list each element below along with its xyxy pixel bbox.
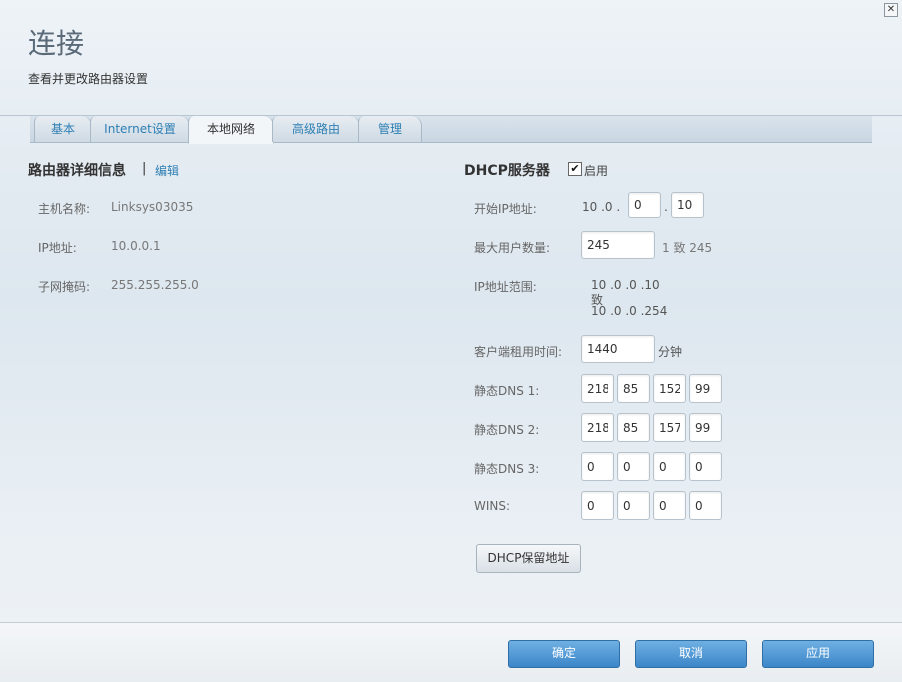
- dhcp-enable-checkbox[interactable]: ✔: [568, 162, 582, 176]
- static-dns-1-octet-1[interactable]: [581, 374, 614, 403]
- ip-range-start: 10 .0 .0 .10: [591, 278, 660, 292]
- lease-time-unit: 分钟: [658, 345, 683, 359]
- static-dns-3-octet-3[interactable]: [653, 452, 686, 481]
- ip-address-value: 10.0.0.1: [111, 239, 161, 253]
- ok-button[interactable]: 确定: [508, 640, 620, 668]
- tab-administration[interactable]: 管理: [358, 116, 422, 142]
- tab-local-network[interactable]: 本地网络: [188, 116, 274, 144]
- start-ip-label: 开始IP地址:: [474, 202, 537, 216]
- tab-advanced-routing[interactable]: 高级路由: [272, 116, 360, 142]
- tab-basic[interactable]: 基本: [34, 116, 92, 142]
- tab-internet-settings[interactable]: Internet设置: [90, 116, 190, 142]
- wins-octet-3[interactable]: [653, 491, 686, 520]
- max-users-label: 最大用户数量:: [474, 241, 551, 255]
- apply-button[interactable]: 应用: [762, 640, 874, 668]
- page-title: 连接: [28, 27, 85, 60]
- wins-label: WINS:: [474, 499, 511, 513]
- static-dns-1-octet-3[interactable]: [653, 374, 686, 403]
- static-dns-3-octet-4[interactable]: [689, 452, 722, 481]
- start-ip-dot: .: [664, 200, 668, 214]
- ip-range-label: IP地址范围:: [474, 280, 537, 294]
- dhcp-enable-label: 启用: [584, 164, 609, 178]
- static-dns-2-octet-2[interactable]: [617, 413, 650, 442]
- dhcp-server-heading: DHCP服务器: [464, 163, 550, 179]
- ip-range-end: 10 .0 .0 .254: [591, 304, 668, 318]
- start-ip-octet-4-input[interactable]: [671, 192, 704, 218]
- close-icon[interactable]: ✕: [884, 3, 898, 17]
- static-dns-2-octet-1[interactable]: [581, 413, 614, 442]
- static-dns-2-octet-4[interactable]: [689, 413, 722, 442]
- static-dns-3-label: 静态DNS 3:: [474, 462, 540, 476]
- max-users-input[interactable]: [581, 231, 655, 259]
- ip-address-label: IP地址:: [38, 241, 77, 255]
- hostname-value: Linksys03035: [111, 200, 194, 214]
- wins-octet-2[interactable]: [617, 491, 650, 520]
- cancel-button[interactable]: 取消: [635, 640, 747, 668]
- static-dns-2-label: 静态DNS 2:: [474, 423, 540, 437]
- dhcp-reservation-button[interactable]: DHCP保留地址: [476, 544, 581, 573]
- start-ip-octet-3-input[interactable]: [628, 192, 661, 218]
- heading-separator: |: [142, 161, 147, 176]
- subnet-mask-label: 子网掩码:: [38, 280, 91, 294]
- tab-bar: 基本 Internet设置 本地网络 高级路由 管理: [30, 116, 872, 144]
- static-dns-3-octet-1[interactable]: [581, 452, 614, 481]
- wins-octet-1[interactable]: [581, 491, 614, 520]
- wins-octet-4[interactable]: [689, 491, 722, 520]
- static-dns-2-octet-3[interactable]: [653, 413, 686, 442]
- start-ip-fixed-prefix: 10 .0 .: [582, 200, 621, 214]
- subnet-mask-value: 255.255.255.0: [111, 278, 199, 292]
- page-subtitle: 查看并更改路由器设置: [28, 72, 149, 86]
- max-users-range: 1 致 245: [662, 241, 713, 255]
- router-details-heading: 路由器详细信息: [28, 163, 126, 179]
- lease-time-label: 客户端租用时间:: [474, 345, 563, 359]
- static-dns-1-label: 静态DNS 1:: [474, 384, 540, 398]
- static-dns-1-octet-2[interactable]: [617, 374, 650, 403]
- edit-link[interactable]: 编辑: [155, 162, 179, 179]
- lease-time-input[interactable]: [581, 335, 655, 363]
- static-dns-1-octet-4[interactable]: [689, 374, 722, 403]
- hostname-label: 主机名称:: [38, 202, 91, 216]
- static-dns-3-octet-2[interactable]: [617, 452, 650, 481]
